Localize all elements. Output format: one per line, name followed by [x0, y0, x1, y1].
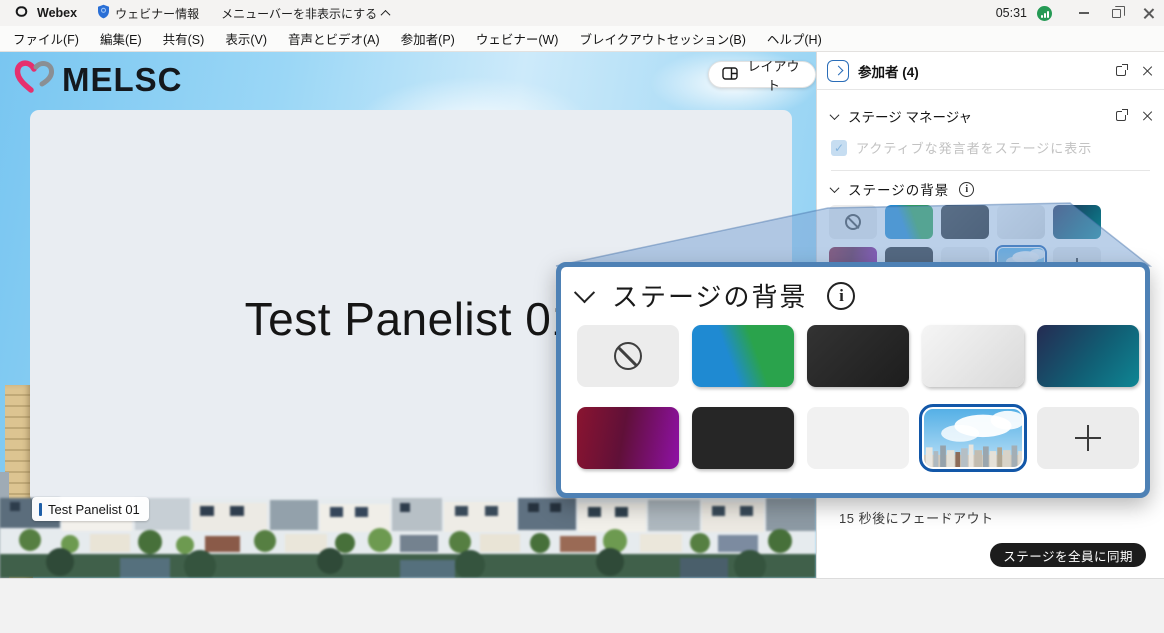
- stage-background-title: ステージの背景: [848, 179, 949, 199]
- minimize-button[interactable]: [1068, 0, 1100, 26]
- connection-quality-icon[interactable]: [1037, 6, 1052, 21]
- swatch-dark-charcoal[interactable]: [941, 205, 989, 239]
- stage-manager-popout-button[interactable]: [1116, 111, 1126, 121]
- menu-webinar[interactable]: ウェビナー(W): [476, 29, 559, 48]
- menu-share[interactable]: 共有(S): [163, 29, 205, 48]
- speaker-accent-bar: [39, 503, 42, 516]
- swatch-none[interactable]: [577, 325, 679, 387]
- layout-button[interactable]: レイアウト: [708, 61, 816, 88]
- menu-help[interactable]: ヘルプ(H): [767, 29, 822, 48]
- app-name: Webex: [37, 6, 77, 20]
- menu-file[interactable]: ファイル(F): [13, 29, 79, 48]
- swatch-blue-green[interactable]: [885, 205, 933, 239]
- chevron-down-icon[interactable]: [830, 110, 840, 120]
- swatch-off-white[interactable]: [807, 407, 909, 469]
- popup-swatch-grid: [577, 325, 1139, 469]
- panel-header: 参加者 (4): [817, 52, 1164, 90]
- close-window-button[interactable]: [1132, 0, 1164, 26]
- fade-note: 15 秒後にフェードアウト: [839, 508, 994, 527]
- minimize-icon: [1079, 12, 1089, 13]
- swatch-blue-green[interactable]: [692, 325, 794, 387]
- popup-title: ステージの背景: [612, 277, 807, 314]
- panel-close-button[interactable]: [1142, 66, 1152, 76]
- active-speaker-label: アクティブな発言者をステージに表示: [856, 138, 1092, 157]
- menubar: ファイル(F) 編集(E) 共有(S) 表示(V) 音声とビデオ(A) 参加者(…: [0, 26, 1164, 52]
- layout-button-label: レイアウト: [745, 56, 802, 94]
- swatch-light-gray[interactable]: [922, 325, 1024, 387]
- brand-name: MELSC: [62, 61, 183, 99]
- swatch-add-custom[interactable]: [1037, 407, 1139, 469]
- chevron-right-icon: [833, 66, 843, 76]
- panel-popout-button[interactable]: [1116, 66, 1126, 76]
- divider: [831, 170, 1150, 171]
- popup-header: ステージの背景 i: [577, 277, 855, 314]
- webinar-info-label: ウェビナー情報: [115, 5, 199, 22]
- chevron-up-icon: [381, 9, 391, 19]
- stage-manager-close-button[interactable]: [1142, 111, 1152, 121]
- city-thumbnail: [924, 409, 1022, 467]
- chevron-down-icon[interactable]: [830, 183, 840, 193]
- brand-logo: MELSC: [14, 58, 183, 101]
- chevron-down-icon[interactable]: [574, 282, 595, 303]
- stage-manager-header: ステージ マネージャ: [817, 102, 1164, 130]
- swatch-city-skyline-selected[interactable]: [922, 407, 1024, 469]
- restore-icon: [1112, 9, 1121, 18]
- swatch-light-gray[interactable]: [997, 205, 1045, 239]
- close-icon: [1143, 8, 1154, 19]
- popout-icon: [1116, 66, 1126, 76]
- hide-menubar-button[interactable]: メニューバーを非表示にする: [221, 5, 389, 22]
- sync-stage-button[interactable]: ステージを全員に同期: [990, 543, 1146, 567]
- hide-menubar-label: メニューバーを非表示にする: [221, 5, 377, 22]
- menu-view[interactable]: 表示(V): [225, 29, 267, 48]
- control-bar: cc ミュート解除 ビデオの開始 共有 録画: [0, 578, 1164, 633]
- stage-background-popup: ステージの背景 i: [556, 262, 1150, 498]
- popout-icon: [1116, 111, 1126, 121]
- panel-title: 参加者 (4): [858, 61, 919, 81]
- panel-collapse-button[interactable]: [827, 60, 849, 82]
- active-speaker-option: ✓ アクティブな発言者をステージに表示: [831, 138, 1092, 157]
- swatch-none[interactable]: [829, 205, 877, 239]
- swatch-navy-teal[interactable]: [1037, 325, 1139, 387]
- active-speaker-checkbox[interactable]: ✓: [831, 140, 847, 156]
- menu-participants[interactable]: 参加者(P): [401, 29, 455, 48]
- info-icon[interactable]: i: [827, 282, 855, 310]
- info-icon[interactable]: i: [959, 182, 974, 197]
- plus-icon: [1075, 425, 1101, 451]
- prohibition-icon: [614, 342, 642, 370]
- participant-name: Test Panelist 01: [48, 502, 140, 517]
- menu-edit[interactable]: 編集(E): [100, 29, 142, 48]
- menu-breakout[interactable]: ブレイクアウトセッション(B): [579, 29, 745, 48]
- menu-audio-video[interactable]: 音声とビデオ(A): [288, 29, 380, 48]
- webinar-info-button[interactable]: ウェビナー情報: [97, 4, 199, 22]
- stage-manager-title: ステージ マネージャ: [848, 106, 972, 126]
- layout-icon: [722, 67, 738, 83]
- restore-button[interactable]: [1100, 0, 1132, 26]
- swatch-navy-teal[interactable]: [1053, 205, 1101, 239]
- close-icon: [1142, 111, 1152, 121]
- swatch-dark-charcoal[interactable]: [807, 325, 909, 387]
- shield-icon: [97, 4, 110, 22]
- swatch-magenta-purple[interactable]: [577, 407, 679, 469]
- swatch-black[interactable]: [692, 407, 794, 469]
- stage-background-header: ステージの背景 i: [831, 179, 974, 199]
- titlebar: Webex ウェビナー情報 メニューバーを非表示にする 05:31: [0, 0, 1164, 26]
- melsc-heart-icon: [14, 58, 56, 101]
- webex-logo-icon: [12, 4, 31, 22]
- meeting-clock: 05:31: [996, 6, 1027, 20]
- prohibition-icon: [845, 214, 861, 230]
- close-icon: [1142, 66, 1152, 76]
- participant-name-label: Test Panelist 01: [32, 497, 149, 521]
